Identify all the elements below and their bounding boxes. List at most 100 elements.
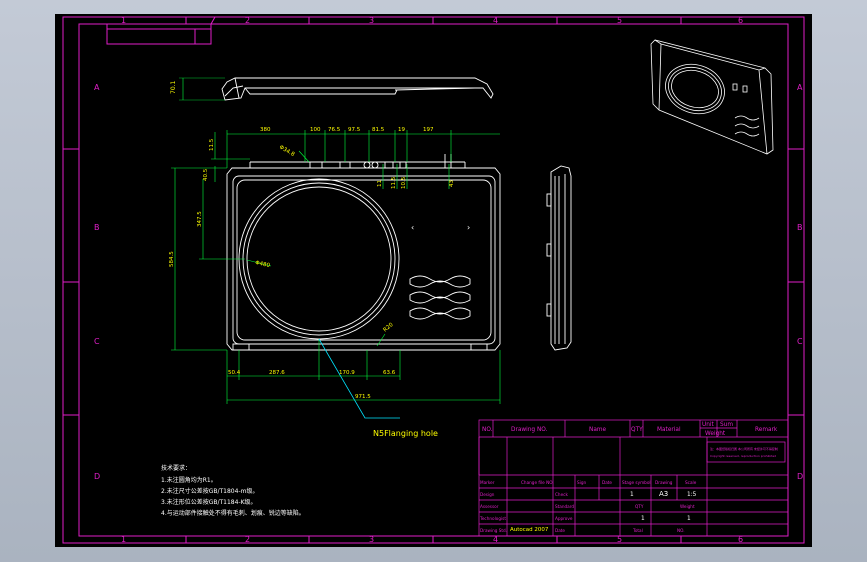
tb-remark: Remark (755, 427, 778, 433)
dim-top-5: 81.5 (372, 127, 385, 133)
dim-top-6: 19 (398, 127, 405, 133)
zone-left-A: A (94, 83, 100, 92)
dim-small-1: 11 (377, 180, 383, 187)
dim-bottom-3: 170.9 (339, 370, 355, 376)
tb-row-marker: Marker (480, 480, 495, 485)
zone-top-4: 4 (493, 16, 498, 25)
dim-small-3: 10.5 (401, 176, 407, 189)
drawing-canvas: 1 2 3 4 5 6 1 2 3 4 5 6 A B C D A B C D (62, 16, 805, 544)
tb-scale: Scale (685, 480, 697, 485)
tb-software: Autocad 2007 (510, 527, 549, 533)
notes-line-4: 4.与运动部件接触处不得有毛刺、划痕、锐边等缺陷。 (161, 509, 305, 517)
dim-top-7: 197 (423, 127, 434, 133)
dim-d1: 11.5 (209, 138, 215, 151)
side-view[interactable] (546, 165, 572, 351)
drawing-sheet: 1 2 3 4 5 6 1 2 3 4 5 6 A B C D A B C D (55, 14, 812, 547)
cad-viewport[interactable]: 1 2 3 4 5 6 1 2 3 4 5 6 A B C D A B C D (0, 0, 867, 562)
top-view-dim: 70.1 (170, 77, 225, 101)
notes-heading: 技术要求： (161, 464, 191, 472)
tb-count-b: 1 (687, 516, 691, 522)
zone-top-1: 1 (121, 16, 126, 25)
tb-scale-val: 1:5 (687, 492, 697, 498)
zone-top-6: 6 (738, 16, 743, 25)
dim-diameter: Φ480 (255, 260, 271, 269)
zone-top-5: 5 (617, 16, 622, 25)
zone-bottom-2: 2 (245, 535, 250, 544)
tb-weight2: Weight (680, 504, 695, 509)
tb-sheet-size: A3 (659, 490, 668, 498)
dim-d4: 584.5 (169, 251, 175, 267)
tb-count-a: 1 (641, 516, 645, 522)
technical-notes: 技术要求： 1.未注圆角均为R1。 2.未注尺寸公差按GB/T1804-m级。 … (161, 464, 305, 517)
tb-no: NO. (482, 427, 493, 433)
tb-row-technologist: Technologist (479, 516, 506, 521)
tb-unit: Unit (702, 422, 715, 428)
zone-right-D: D (797, 472, 803, 481)
tb-stage: Stage symbol (622, 480, 651, 485)
tb-mid-approve: Approve (555, 516, 573, 521)
tb-qty: QTY (631, 427, 643, 433)
dim-small-4: 43 (449, 180, 455, 187)
zone-left-D: D (94, 472, 100, 481)
dim-bottom-2: 287.6 (269, 370, 285, 376)
tb-mid-change: Change file NO. (521, 480, 554, 485)
tb-total: Total (632, 528, 643, 533)
front-view[interactable]: ‹ › (226, 154, 501, 351)
dim-height-top: 70.1 (170, 80, 177, 94)
tb-no2: NO. (677, 528, 685, 533)
zone-right-A: A (797, 83, 803, 92)
tb-mid-standard: Standard (555, 504, 574, 509)
zone-right-B: B (797, 223, 803, 232)
dim-top-4: 97.5 (348, 127, 361, 133)
dim-d3: 347.5 (197, 211, 203, 227)
tb-row-assessor: Assessor (480, 504, 499, 509)
zone-bottom-1: 1 (121, 535, 126, 544)
zone-left-C: C (94, 337, 100, 346)
tb-sum: Sum (720, 422, 733, 428)
tb-tiny-1: 注：本图纸版权归属 本公司所有 未经许可不得复制 (710, 446, 778, 451)
tb-qty-val: 1 (630, 492, 634, 498)
tb-row-drawing-std: Drawing Std. (480, 528, 507, 533)
flanging-callout: N5Flanging hole (373, 429, 438, 438)
tb-date: Date (602, 480, 612, 485)
dim-top-3: 76.5 (328, 127, 341, 133)
tb-name: Name (589, 427, 607, 433)
zone-top-3: 3 (369, 16, 374, 25)
tb-drawing: Drawing (655, 480, 673, 485)
tb-tiny-2: Copyright reserved, reproduction prohibi… (710, 454, 776, 458)
dim-top-2: 100 (310, 127, 321, 133)
notes-line-1: 1.未注圆角均为R1。 (161, 476, 217, 484)
dim-top-1: 380 (260, 127, 271, 133)
top-section-view[interactable] (221, 77, 494, 101)
main-opening (238, 178, 400, 340)
tb-qty2: QTY (635, 504, 644, 509)
tb-mid-check: Check (555, 492, 568, 497)
notes-line-2: 2.未注尺寸公差按GB/T1804-m级。 (161, 487, 258, 495)
front-view-dimensions (171, 130, 501, 419)
title-block-text: NO. Drawing NO. Name QTY Material Unit S… (479, 422, 778, 533)
dim-d2: 40.5 (203, 168, 209, 181)
dim-slot: R20 (382, 322, 395, 334)
svg-text:›: › (467, 223, 470, 232)
dim-angle: Φ34.8 (278, 145, 296, 159)
tb-row-design: Design (480, 492, 495, 497)
iso-opening (665, 63, 725, 115)
callout-leader (318, 338, 400, 419)
tb-drawing-no: Drawing NO. (511, 427, 548, 433)
tb-sign: Sign (577, 480, 586, 485)
tb-weight: Weight (705, 431, 726, 437)
dim-overall: 971.5 (355, 394, 371, 400)
dim-bottom-1: 50.4 (228, 370, 241, 376)
zone-bottom-3: 3 (369, 535, 374, 544)
zone-right-C: C (797, 337, 803, 346)
title-block (478, 419, 789, 537)
isometric-view[interactable] (650, 39, 774, 155)
zone-left-B: B (94, 223, 100, 232)
notes-line-3: 3.未注形位公差按GB/T1184-K级。 (161, 498, 257, 506)
tb-material: Material (657, 427, 681, 433)
zone-top-2: 2 (245, 16, 250, 25)
tb-mid-date: Date (555, 528, 565, 533)
dim-small-2: 11.5 (391, 176, 397, 189)
dim-bottom-4: 63.6 (383, 370, 396, 376)
svg-text:‹: ‹ (411, 223, 414, 232)
